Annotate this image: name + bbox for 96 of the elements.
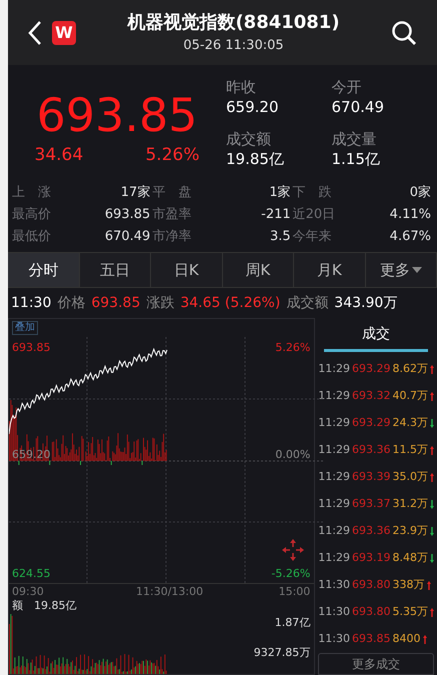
stat-label: 最低价: [12, 228, 51, 246]
stat-label: 下 跌: [292, 184, 332, 202]
stat-label: 市盈率: [152, 206, 192, 224]
trade-time: 11:30: [318, 631, 350, 648]
volume-high-label: 1.87亿: [274, 615, 310, 631]
info-amount: 343.90万: [334, 294, 398, 312]
trade-volume: 8.48万: [392, 550, 428, 566]
trade-time: 11:29: [318, 415, 350, 432]
trade-time: 11:29: [318, 550, 350, 566]
stat-label: 近20日: [292, 206, 336, 224]
summary-value: 670.49: [332, 97, 385, 117]
trade-time: 11:30: [318, 604, 350, 620]
chart-tab[interactable]: 分时: [8, 253, 80, 287]
summary-value: 659.20: [226, 97, 280, 117]
timestamp: 05-26 11:30:05: [183, 37, 284, 56]
trade-time: 11:29: [318, 469, 350, 486]
volume-mid-label: 9327.85万: [254, 645, 310, 661]
stat-value: 17家: [120, 184, 150, 202]
time-axis-label: 11:30/13:00: [136, 584, 204, 600]
trade-volume: 40.7万: [392, 388, 428, 404]
trade-price: 693.85: [352, 631, 390, 648]
summary-label: 成交量: [332, 129, 378, 149]
trade-price: 693.80: [352, 604, 390, 620]
trade-volume: 23.9万: [392, 523, 428, 540]
chart-tab[interactable]: 日K: [151, 253, 222, 287]
trade-price: 693.19: [352, 550, 390, 566]
summary-label: 昨收: [226, 77, 257, 97]
trades-title: 成交: [324, 318, 428, 352]
trade-volume: 31.2万: [392, 496, 428, 512]
trade-volume: 35.0万: [392, 469, 428, 486]
stat-value: 670.49: [104, 228, 150, 246]
summary-value: 1.15亿: [332, 149, 381, 169]
trade-time: 11:29: [318, 388, 350, 404]
trade-time: 11:30: [318, 577, 350, 594]
base-percent-label: 0.00%: [275, 447, 310, 463]
trade-volume: 24.3万: [392, 415, 428, 432]
back-icon[interactable]: [28, 20, 42, 46]
chart-tab[interactable]: 周K: [222, 253, 294, 287]
chart-tab[interactable]: 月K: [294, 253, 366, 287]
high-price-label: 693.85: [12, 340, 50, 356]
trade-time: 11:29: [318, 442, 350, 458]
more-trades-button[interactable]: 更多成交: [318, 653, 434, 675]
app-logo: W: [52, 20, 76, 44]
info-label: 价格: [57, 294, 86, 312]
stat-value: 0家: [410, 184, 431, 202]
stat-label: 市净率: [152, 228, 192, 246]
trade-price: 693.32: [352, 388, 390, 404]
overlay-button[interactable]: 叠加: [12, 321, 38, 335]
trade-volume: 5.35万: [392, 604, 428, 620]
time-axis-label: 15:00: [278, 584, 310, 600]
summary-label: 成交额: [226, 129, 272, 149]
trade-price: 693.29: [352, 415, 390, 432]
trade-price: 693.36: [352, 442, 390, 458]
info-time: 11:30: [11, 294, 52, 312]
trade-volume: 8400: [392, 631, 420, 648]
stat-value: -211: [261, 206, 291, 224]
stat-value: 4.11%: [390, 206, 431, 224]
dropdown-icon: [412, 267, 422, 273]
stat-value: 3.5: [270, 228, 291, 246]
current-price: 693.85: [36, 87, 198, 143]
stat-label: 最高价: [12, 206, 51, 224]
stat-label: 平 盘: [152, 184, 192, 202]
trade-time: 11:29: [318, 523, 350, 540]
chart-tab[interactable]: 五日: [80, 253, 151, 287]
trade-price: 693.39: [352, 469, 390, 486]
low-price-label: 624.55: [12, 566, 50, 582]
info-change: 34.65 (5.26%): [180, 294, 280, 312]
trade-time: 11:29: [318, 361, 350, 378]
search-icon[interactable]: [391, 20, 417, 46]
summary-label: 今开: [332, 77, 362, 97]
info-price: 693.85: [91, 294, 140, 312]
stat-label: 今年来: [292, 228, 332, 246]
trade-price: 693.29: [352, 361, 390, 378]
stat-value: 4.67%: [390, 228, 431, 246]
summary-value: 19.85亿: [226, 149, 285, 169]
price-change-percent: 5.26%: [145, 144, 200, 167]
trade-price: 693.80: [352, 577, 390, 594]
low-percent-label: -5.26%: [271, 566, 310, 582]
time-axis-label: 09:30: [12, 584, 44, 600]
trade-price: 693.36: [352, 523, 390, 540]
page-title: 机器视觉指数(8841081): [127, 11, 340, 36]
price-change: 34.64: [34, 144, 84, 167]
trade-price: 693.37: [352, 496, 390, 512]
trade-volume: 338万: [392, 577, 424, 594]
chart-tab[interactable]: 更多: [366, 253, 437, 287]
trade-time: 11:29: [318, 496, 350, 512]
info-label: 涨跌: [146, 294, 174, 312]
stat-value: 693.85: [104, 206, 150, 224]
stat-value: 1家: [269, 184, 291, 202]
info-label: 成交额: [286, 294, 328, 312]
expand-icon[interactable]: [282, 539, 304, 561]
trade-volume: 8.62万: [392, 361, 428, 378]
trade-volume: 11.5万: [392, 442, 428, 458]
stat-label: 上 涨: [12, 184, 51, 202]
volume-amount-label: 额 19.85亿: [12, 598, 76, 614]
high-percent-label: 5.26%: [275, 340, 310, 356]
